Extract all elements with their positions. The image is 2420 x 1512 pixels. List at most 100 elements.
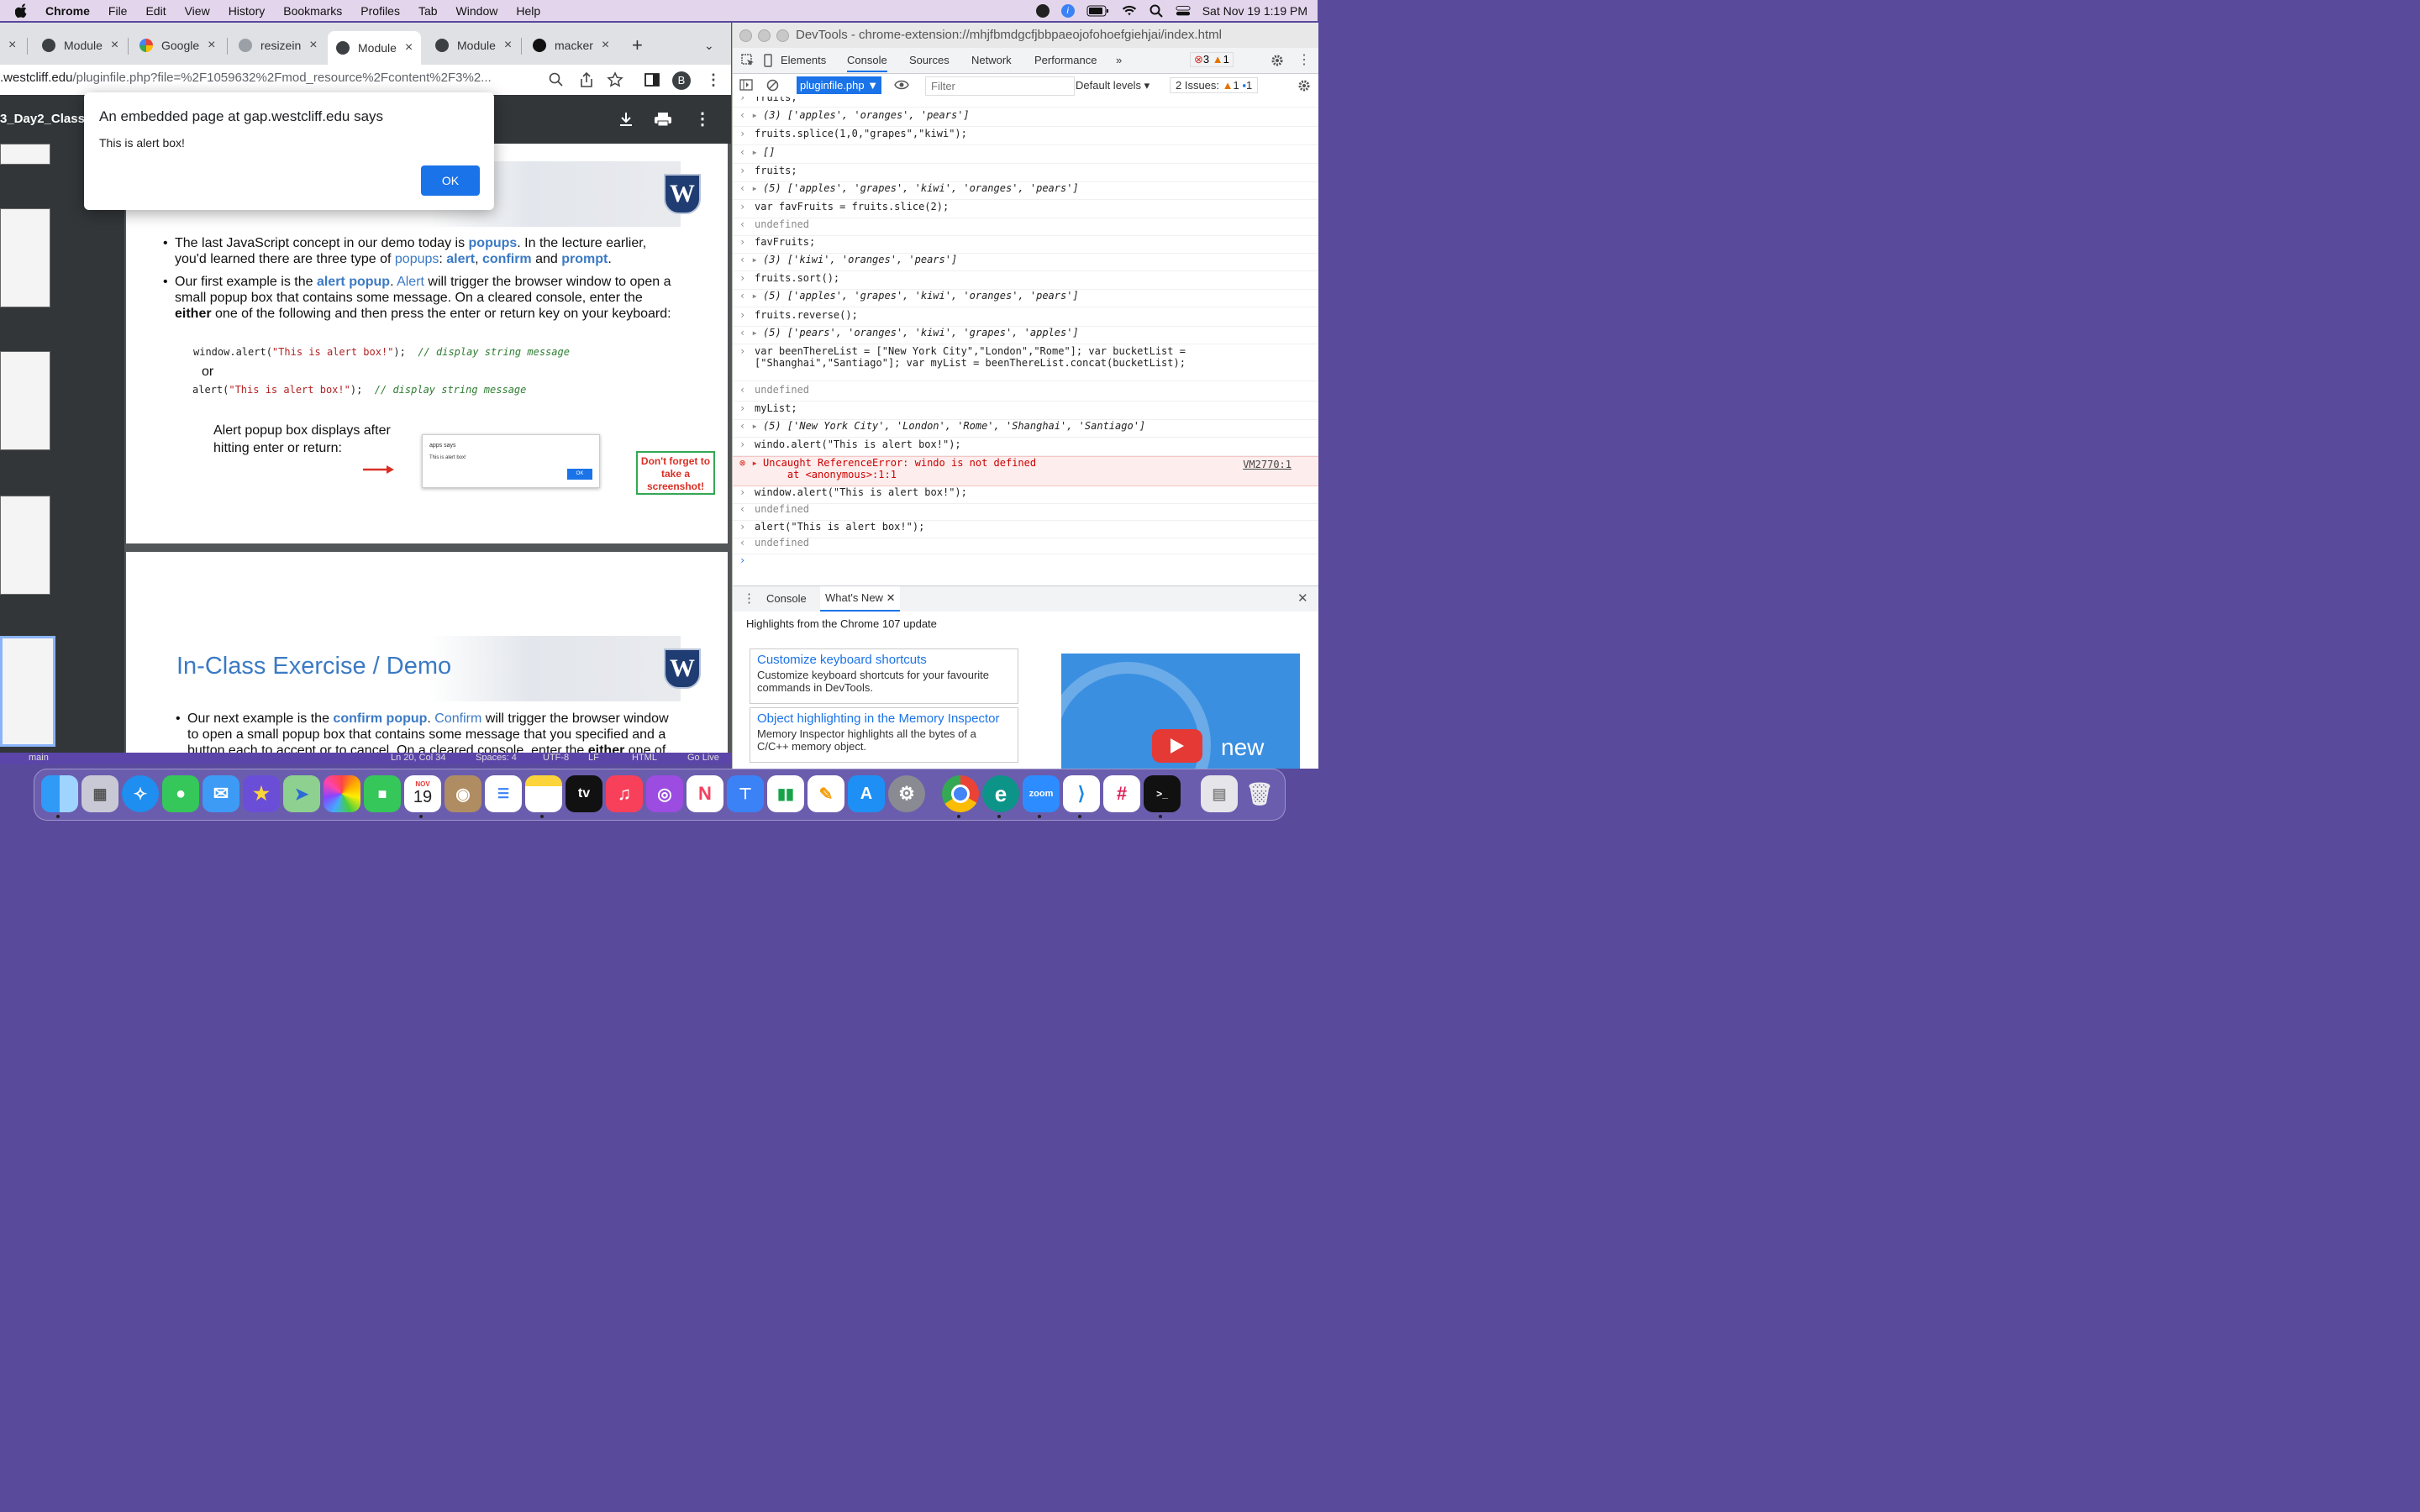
tab-sources[interactable]: Sources [909,54,950,66]
tab-performance[interactable]: Performance [1034,54,1097,66]
pdf-more-icon[interactable]: ⋮ [694,108,711,129]
customize-devtools-icon[interactable]: ⋮ [1297,51,1311,68]
new-tab-button[interactable]: + [632,31,643,60]
maps-icon[interactable]: ➤ [283,775,320,812]
pdf-thumbnail[interactable] [0,144,50,165]
whats-new-video-thumbnail[interactable]: new [1061,654,1300,769]
profile-avatar[interactable]: B [672,71,691,90]
card-title[interactable]: Customize keyboard shortcuts [750,649,1018,667]
spotlight-search-icon[interactable] [1149,4,1164,18]
issues-counter[interactable]: 2 Issues: ▲1 ▪1 [1170,77,1259,93]
device-toolbar-icon[interactable] [761,54,775,67]
tab-module-3[interactable]: Module × [435,31,512,60]
imovie-icon[interactable]: ★ [243,775,280,812]
go-live-button[interactable]: Go Live [687,753,719,763]
download-icon[interactable] [618,112,634,127]
menubar-clock[interactable]: Sat Nov 19 1:19 PM [1202,4,1307,18]
settings-gear-icon[interactable] [1270,54,1284,67]
apple-icon[interactable] [15,3,29,18]
drawer-tab-whats-new[interactable]: What's New ✕ [820,586,901,612]
whats-new-card[interactable]: Object highlighting in the Memory Inspec… [750,707,1018,763]
safari-icon[interactable]: ✧ [122,775,159,812]
console-result-line[interactable]: ‹ ▸ (5) ['pears', 'oranges', 'kiwi', 'gra… [733,327,1318,344]
pages-icon[interactable]: ✎ [808,775,844,812]
console-result-line[interactable]: ‹ ▸ (5) ['apples', 'grapes', 'kiwi', 'ora… [733,182,1318,200]
menu-help[interactable]: Help [516,4,540,18]
finder-icon[interactable] [41,775,78,812]
terminal-icon[interactable]: >_ [1144,775,1181,812]
documents-folder-icon[interactable]: ▤ [1201,775,1238,812]
photos-icon[interactable] [324,775,360,812]
messages-icon[interactable]: ● [162,775,199,812]
console-output[interactable]: › fruits; ‹ ▸ (3) ['apples', 'oranges', 'p… [733,97,1318,596]
menu-file[interactable]: File [108,4,128,18]
close-icon[interactable]: × [504,38,512,53]
pdf-thumbnail-current[interactable] [0,636,55,747]
drawer-tab-console[interactable]: Console [766,592,807,605]
git-branch[interactable]: main [29,753,49,763]
calendar-icon[interactable]: NOV 19 [404,775,441,812]
podcasts-icon[interactable]: ◎ [646,775,683,812]
mail-icon[interactable]: ✉ [203,775,239,812]
vscode-icon[interactable]: ⟩ [1063,775,1100,812]
menu-history[interactable]: History [229,4,266,18]
info-icon[interactable]: i [1060,3,1075,18]
error-counter[interactable]: ⊗3 ▲1 [1190,52,1234,67]
sidebar-toggle-icon[interactable] [739,79,753,91]
indentation[interactable]: Spaces: 4 [476,753,517,763]
notes-icon[interactable] [525,775,562,812]
menu-bookmarks[interactable]: Bookmarks [283,4,342,18]
console-result-line[interactable]: ‹ ▸ (5) ['New York City', 'London', 'Rome… [733,420,1318,438]
error-source-link[interactable]: VM2770:1 [1243,459,1292,470]
tab-github[interactable]: macker × [533,31,609,60]
battery-icon[interactable] [1086,4,1110,18]
tab-module-2[interactable]: Module × [42,31,118,60]
chrome-icon[interactable] [942,775,979,812]
minimize-window-button[interactable] [758,29,771,42]
menu-tab[interactable]: Tab [418,4,438,18]
console-result-line[interactable]: ‹ ▸ (3) ['kiwi', 'oranges', 'pears'] [733,254,1318,271]
console-result-line[interactable]: ‹ ▸ [] [733,146,1318,164]
console-prompt[interactable]: › [733,554,1318,571]
close-icon[interactable]: × [8,38,16,53]
console-filter-input[interactable] [925,76,1075,96]
console-result-line[interactable]: ‹ ▸ (5) ['apples', 'grapes', 'kiwi', 'ora… [733,290,1318,307]
news-icon[interactable]: N [687,775,723,812]
close-window-button[interactable] [739,29,752,42]
console-result-line[interactable]: ‹ ▸ (3) ['apples', 'oranges', 'pears'] [733,109,1318,127]
live-expression-eye-icon[interactable] [894,80,909,90]
cursor-position[interactable]: Ln 20, Col 34 [391,753,445,763]
close-drawer-icon[interactable]: ✕ [1297,591,1308,606]
edpuzzle-icon[interactable]: e [982,775,1019,812]
close-icon[interactable]: × [111,38,118,53]
console-settings-icon[interactable] [1297,79,1311,92]
menu-profiles[interactable]: Profiles [360,4,400,18]
trash-icon[interactable]: 🗑 [1241,775,1278,812]
zoom-icon[interactable] [548,71,565,88]
zoom-window-button[interactable] [776,29,789,42]
tab-module-1[interactable]: × [0,31,16,60]
menu-app-chrome[interactable]: Chrome [45,4,90,18]
numbers-icon[interactable]: ▮▮ [767,775,804,812]
pdf-thumbnail[interactable] [0,351,50,450]
music-icon[interactable]: ♫ [606,775,643,812]
print-icon[interactable] [654,112,672,127]
play-button-icon[interactable] [1152,729,1202,763]
tab-resizein[interactable]: resizein × [239,31,318,60]
pdf-thumbnail[interactable] [0,496,50,595]
tab-google[interactable]: Google × [139,31,216,60]
tab-elements[interactable]: Elements [781,54,826,66]
app-store-icon[interactable]: A [848,775,885,812]
more-vert-icon[interactable]: ⋮ [706,71,723,88]
line-ending[interactable]: LF [588,753,599,763]
keynote-icon[interactable]: ⊤ [727,775,764,812]
url-field[interactable]: .westcliff.edu/pluginfile.php?file=%2F10… [0,71,492,85]
close-icon[interactable]: × [208,38,215,53]
menu-view[interactable]: View [185,4,210,18]
share-icon[interactable] [578,71,595,88]
alert-ok-button[interactable]: OK [421,165,480,196]
slack-icon[interactable]: # [1103,775,1140,812]
reminders-icon[interactable]: ☰ [485,775,522,812]
zoom-app-icon[interactable]: zoom [1023,775,1060,812]
more-tabs-button[interactable]: » [1116,54,1122,66]
